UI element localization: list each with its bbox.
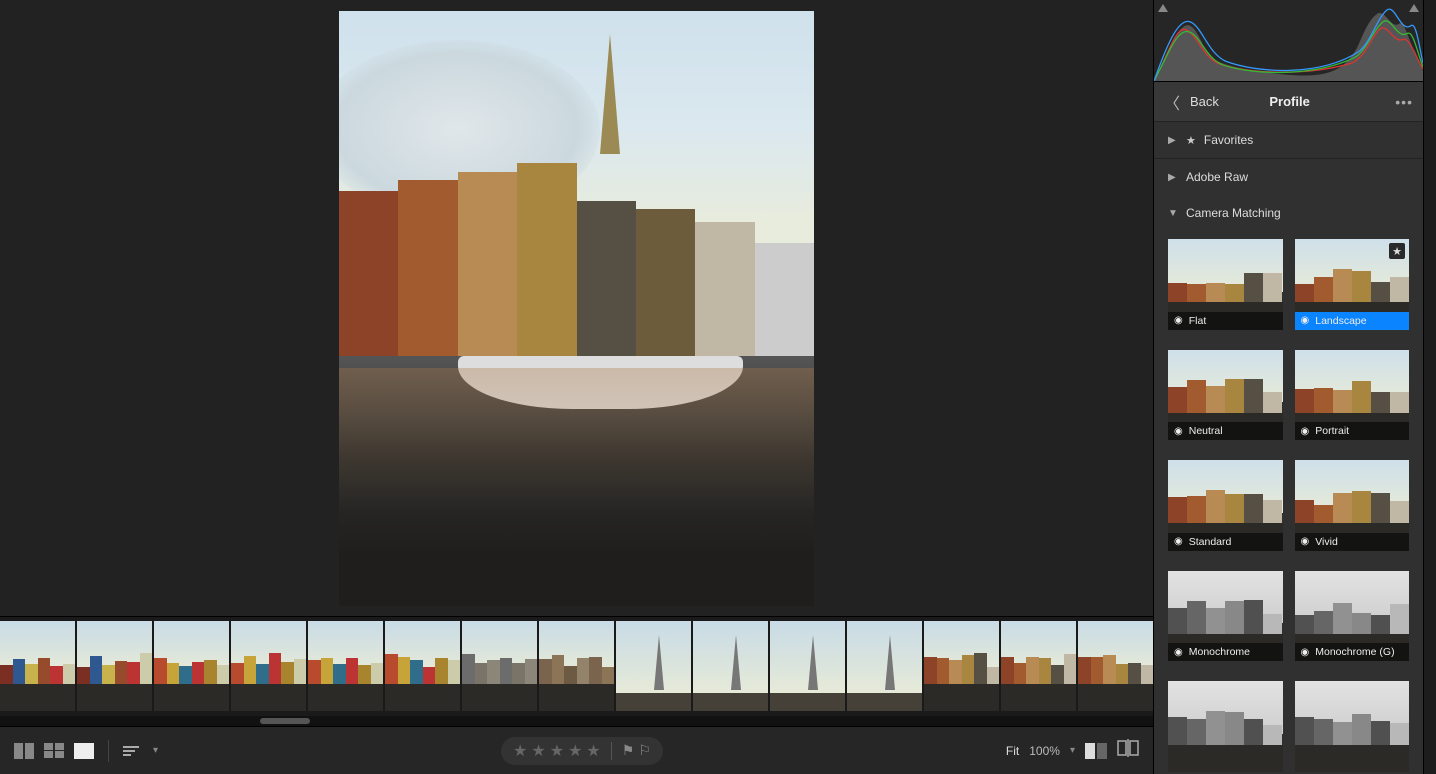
zoom-fit-button[interactable]: Fit — [1006, 744, 1019, 758]
filmstrip-scrollbar[interactable] — [0, 716, 1153, 726]
adobe-raw-group[interactable]: ▶ Adobe Raw — [1154, 159, 1423, 195]
filmstrip-thumb[interactable] — [1078, 621, 1153, 711]
chevron-down-icon: ▼ — [1168, 208, 1178, 219]
filmstrip-thumb[interactable] — [77, 621, 152, 711]
camera-matching-label: Camera Matching — [1186, 206, 1281, 220]
bottom-bar: ▾ ★ ★ ★ ★ ★ ⚑ ⚐ Fit 100% ▾ — [0, 726, 1153, 774]
profile-card[interactable]: ◉ Portrait — [1295, 350, 1410, 441]
profile-card[interactable] — [1168, 681, 1283, 772]
filmstrip-scroll-handle[interactable] — [260, 718, 310, 724]
sort-chevron-icon[interactable]: ▾ — [153, 745, 158, 756]
rating-control: ★ ★ ★ ★ ★ ⚑ ⚐ — [501, 737, 663, 765]
favorite-star-icon[interactable]: ★ — [1389, 243, 1405, 259]
histogram[interactable] — [1154, 0, 1423, 82]
view-grid-large-button[interactable] — [14, 743, 34, 759]
rate-star-5[interactable]: ★ — [586, 741, 600, 761]
rate-star-1[interactable]: ★ — [513, 741, 527, 761]
profile-card[interactable] — [1295, 681, 1410, 772]
panel-more-button[interactable]: ••• — [1395, 94, 1413, 110]
clip-shadow-indicator[interactable] — [1158, 4, 1168, 12]
profile-panel: 〈 Back Profile ••• ▶ ★ Favorites ▶ Adobe… — [1153, 0, 1423, 774]
view-grid-small-button[interactable] — [44, 743, 64, 759]
sort-button[interactable] — [123, 746, 139, 756]
filmstrip-thumb[interactable] — [924, 621, 999, 711]
profile-name: Monochrome (G) — [1315, 646, 1394, 658]
filmstrip-thumb[interactable] — [231, 621, 306, 711]
zoom-chevron-icon[interactable]: ▾ — [1070, 745, 1075, 756]
filmstrip-thumb[interactable] — [616, 621, 691, 711]
camera-icon: ◉ — [1174, 536, 1183, 547]
before-after-button[interactable] — [1085, 743, 1107, 759]
profile-name: Standard — [1189, 536, 1232, 548]
view-single-button[interactable] — [74, 743, 94, 759]
profile-card[interactable]: ◉ Monochrome — [1168, 571, 1283, 662]
profile-card[interactable]: ◉ Flat — [1168, 239, 1283, 330]
rate-star-3[interactable]: ★ — [550, 741, 564, 761]
flag-reject-button[interactable]: ⚐ — [638, 742, 651, 759]
filmstrip-thumb[interactable] — [539, 621, 614, 711]
profile-card[interactable]: ◉ Vivid — [1295, 460, 1410, 551]
chevron-right-icon: ▶ — [1168, 135, 1178, 146]
main-photo — [339, 11, 814, 606]
camera-icon: ◉ — [1301, 426, 1310, 437]
profile-card[interactable]: ◉ Standard — [1168, 460, 1283, 551]
camera-icon: ◉ — [1301, 315, 1310, 326]
filmstrip-thumb[interactable] — [693, 621, 768, 711]
rate-star-4[interactable]: ★ — [568, 741, 582, 761]
profile-name: Flat — [1189, 315, 1207, 327]
camera-icon: ◉ — [1174, 647, 1183, 658]
profile-name: Portrait — [1315, 425, 1349, 437]
profile-card[interactable]: ◉ Monochrome (G) — [1295, 571, 1410, 662]
filmstrip[interactable] — [0, 617, 1153, 716]
profile-name: Vivid — [1315, 536, 1338, 548]
toolstrip: ••• — [1423, 0, 1436, 774]
clip-highlight-indicator[interactable] — [1409, 4, 1419, 12]
split-view-button[interactable] — [1117, 739, 1139, 762]
camera-icon: ◉ — [1301, 647, 1310, 658]
filmstrip-thumb[interactable] — [154, 621, 229, 711]
rate-star-2[interactable]: ★ — [531, 741, 545, 761]
star-icon: ★ — [1186, 134, 1196, 147]
profile-card[interactable]: ★ ◉ Landscape — [1295, 239, 1410, 330]
filmstrip-thumb[interactable] — [847, 621, 922, 711]
image-viewer[interactable] — [0, 0, 1153, 616]
camera-matching-group[interactable]: ▼ Camera Matching — [1154, 195, 1423, 231]
profile-name: Neutral — [1189, 425, 1223, 437]
filmstrip-thumb[interactable] — [308, 621, 383, 711]
zoom-percent-button[interactable]: 100% — [1029, 744, 1060, 758]
panel-title: Profile — [1194, 94, 1385, 109]
filmstrip-thumb[interactable] — [0, 621, 75, 711]
profile-name: Monochrome — [1189, 646, 1250, 658]
favorites-group[interactable]: ▶ ★ Favorites — [1154, 122, 1423, 158]
camera-icon: ◉ — [1174, 315, 1183, 326]
adobe-raw-label: Adobe Raw — [1186, 170, 1248, 184]
favorites-label: Favorites — [1204, 133, 1253, 147]
camera-icon: ◉ — [1174, 426, 1183, 437]
flag-pick-button[interactable]: ⚑ — [622, 742, 635, 759]
camera-icon: ◉ — [1301, 536, 1310, 547]
profile-card[interactable]: ◉ Neutral — [1168, 350, 1283, 441]
back-button[interactable]: 〈 — [1164, 90, 1180, 114]
chevron-right-icon: ▶ — [1168, 172, 1178, 183]
filmstrip-thumb[interactable] — [770, 621, 845, 711]
filmstrip-thumb[interactable] — [1001, 621, 1076, 711]
profile-name: Landscape — [1315, 315, 1366, 327]
filmstrip-thumb[interactable] — [385, 621, 460, 711]
filmstrip-thumb[interactable] — [462, 621, 537, 711]
